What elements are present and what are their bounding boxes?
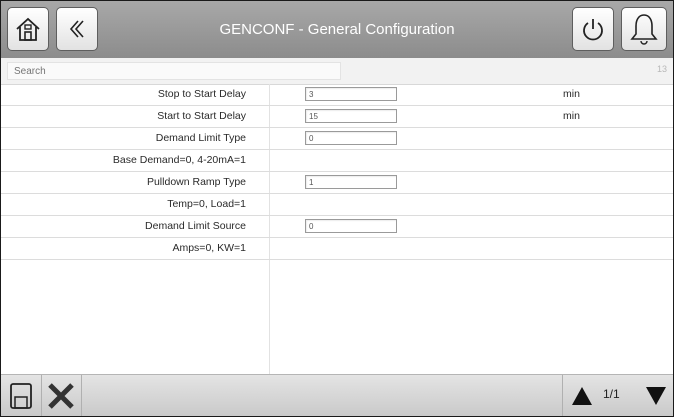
page-indicator: 1/1 <box>603 387 620 401</box>
row-label: Base Demand=0, 4-20mA=1 <box>112 154 246 166</box>
row-label: Temp=0, Load=1 <box>167 198 246 210</box>
page-down-icon[interactable] <box>645 386 667 406</box>
table-row: Demand Limit Type 0 <box>1 128 673 150</box>
double-chevron-left-icon <box>69 20 84 38</box>
value-field[interactable]: 0 <box>305 131 397 145</box>
pager: 1/1 <box>562 375 673 416</box>
unit-label: min <box>563 110 580 122</box>
bell-icon <box>630 14 658 45</box>
page-up-icon[interactable] <box>571 386 593 406</box>
home-icon <box>16 17 40 41</box>
save-button[interactable] <box>1 375 42 416</box>
item-count: 13 <box>656 64 667 74</box>
power-icon <box>583 19 603 41</box>
table-row: Amps=0, KW=1 <box>1 238 673 260</box>
alarm-button[interactable] <box>621 7 667 51</box>
table-row: Demand Limit Source 0 <box>1 216 673 238</box>
table-row: Pulldown Ramp Type 1 <box>1 172 673 194</box>
cancel-x-icon <box>48 383 74 409</box>
row-label: Stop to Start Delay <box>157 88 246 100</box>
value-field[interactable]: 0 <box>305 219 397 233</box>
footer-bar: 1/1 <box>1 374 673 416</box>
power-button[interactable] <box>572 7 614 51</box>
table-row: Start to Start Delay 15 min <box>1 106 673 128</box>
screen-frame: GENCONF - General Configuration 13 Stop … <box>0 0 674 417</box>
search-input[interactable] <box>7 62 341 80</box>
row-label: Amps=0, KW=1 <box>172 242 246 254</box>
config-table: Stop to Start Delay 3 min Start to Start… <box>1 84 673 260</box>
cancel-button[interactable] <box>41 375 82 416</box>
back-button[interactable] <box>56 7 98 51</box>
table-row: Temp=0, Load=1 <box>1 194 673 216</box>
table-row: Stop to Start Delay 3 min <box>1 84 673 106</box>
unit-label: min <box>563 88 580 100</box>
row-label: Pulldown Ramp Type <box>146 176 246 188</box>
page-title: GENCONF - General Configuration <box>219 21 455 38</box>
search-bar: 13 <box>1 58 673 85</box>
table-row: Base Demand=0, 4-20mA=1 <box>1 150 673 172</box>
header-bar: GENCONF - General Configuration <box>1 1 673 59</box>
save-icon <box>10 383 32 409</box>
value-field[interactable]: 3 <box>305 87 397 101</box>
home-button[interactable] <box>7 7 49 51</box>
row-label: Demand Limit Type <box>155 132 246 144</box>
row-label: Start to Start Delay <box>157 110 246 122</box>
value-field[interactable]: 15 <box>305 109 397 123</box>
value-field[interactable]: 1 <box>305 175 397 189</box>
row-label: Demand Limit Source <box>145 220 246 232</box>
